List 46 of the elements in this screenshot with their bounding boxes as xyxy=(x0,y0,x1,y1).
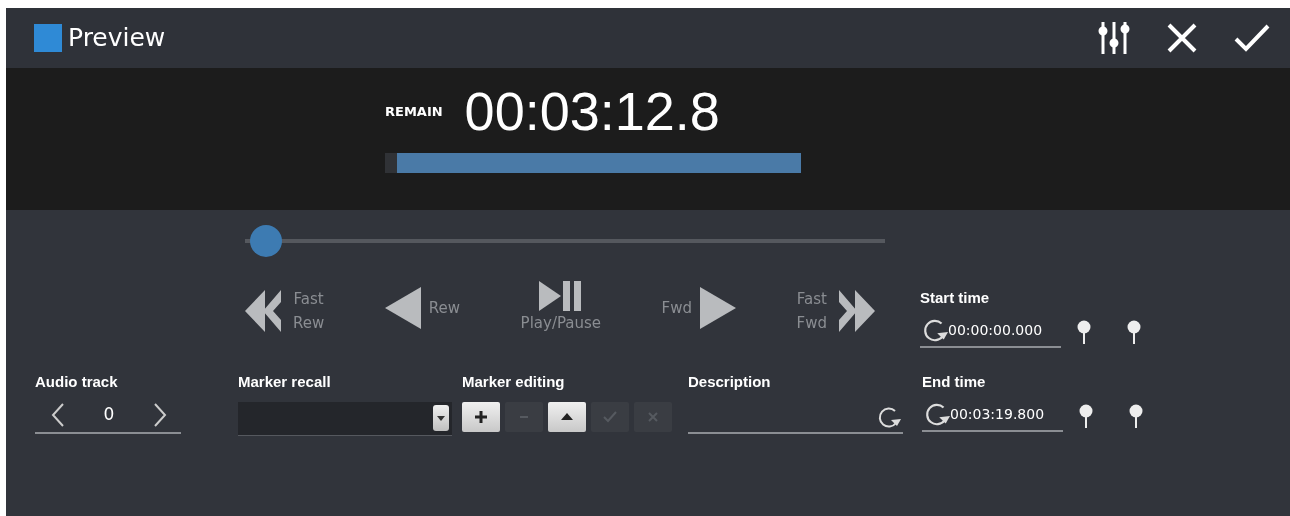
play-icon xyxy=(700,287,736,329)
description-label: Description xyxy=(688,372,772,392)
equalizer-icon[interactable] xyxy=(1098,20,1130,56)
slider-thumb[interactable] xyxy=(250,225,283,257)
end-time-value: 00:03:19.800 xyxy=(950,405,1045,424)
play-pause-button[interactable]: Play/Pause xyxy=(520,281,602,335)
pin-icon[interactable] xyxy=(1127,319,1141,346)
plus-icon xyxy=(474,409,488,424)
button-label: Fast Rew xyxy=(293,289,325,334)
button-label: Fast Fwd xyxy=(796,289,827,334)
pin-icon[interactable] xyxy=(1077,319,1091,346)
start-time-label: Start time xyxy=(920,288,991,308)
close-icon[interactable] xyxy=(1166,22,1198,54)
move-up-button[interactable] xyxy=(548,401,586,432)
app-icon xyxy=(34,24,62,52)
button-label: Fwd xyxy=(661,298,692,319)
rewind-icon xyxy=(384,287,421,329)
button-label: Rew xyxy=(428,298,461,319)
checkmark-icon xyxy=(603,409,617,424)
x-icon xyxy=(646,409,660,424)
dropdown-caret-icon[interactable] xyxy=(433,405,449,431)
marker-recall-label: Marker recall xyxy=(238,372,332,392)
forward-button[interactable]: Fwd xyxy=(661,287,736,329)
checkmark-icon[interactable] xyxy=(1234,23,1270,53)
button-label: Play/Pause xyxy=(520,313,602,334)
marker-editing-label: Marker editing xyxy=(462,372,566,392)
countdown-time: 00:03:12.8 xyxy=(464,82,720,142)
remain-label: REMAIN xyxy=(385,102,443,121)
end-time-label: End time xyxy=(922,372,987,392)
pin-icon[interactable] xyxy=(1079,403,1093,430)
fast-rewind-button[interactable]: Fast Rew xyxy=(245,287,325,335)
add-button[interactable] xyxy=(462,401,500,432)
audio-track-label: Audio track xyxy=(35,372,119,392)
end-time-field[interactable]: 00:03:19.800 xyxy=(922,401,1063,432)
fast-forward-button[interactable]: Fast Fwd xyxy=(796,287,875,335)
start-time-field[interactable]: 00:00:00.000 xyxy=(920,317,1061,348)
marker-recall-dropdown[interactable] xyxy=(238,401,452,436)
chevron-right-icon[interactable] xyxy=(153,401,167,428)
chevron-left-icon[interactable] xyxy=(51,401,65,428)
play-pause-icon xyxy=(538,281,583,311)
audio-track-value: 0 xyxy=(103,402,115,426)
start-time-value: 00:00:00.000 xyxy=(948,321,1043,340)
window-title: Preview xyxy=(68,22,166,55)
rewind-button[interactable]: Rew xyxy=(384,287,461,329)
audio-track-stepper[interactable]: 0 xyxy=(35,401,181,434)
pin-icon[interactable] xyxy=(1129,403,1143,430)
